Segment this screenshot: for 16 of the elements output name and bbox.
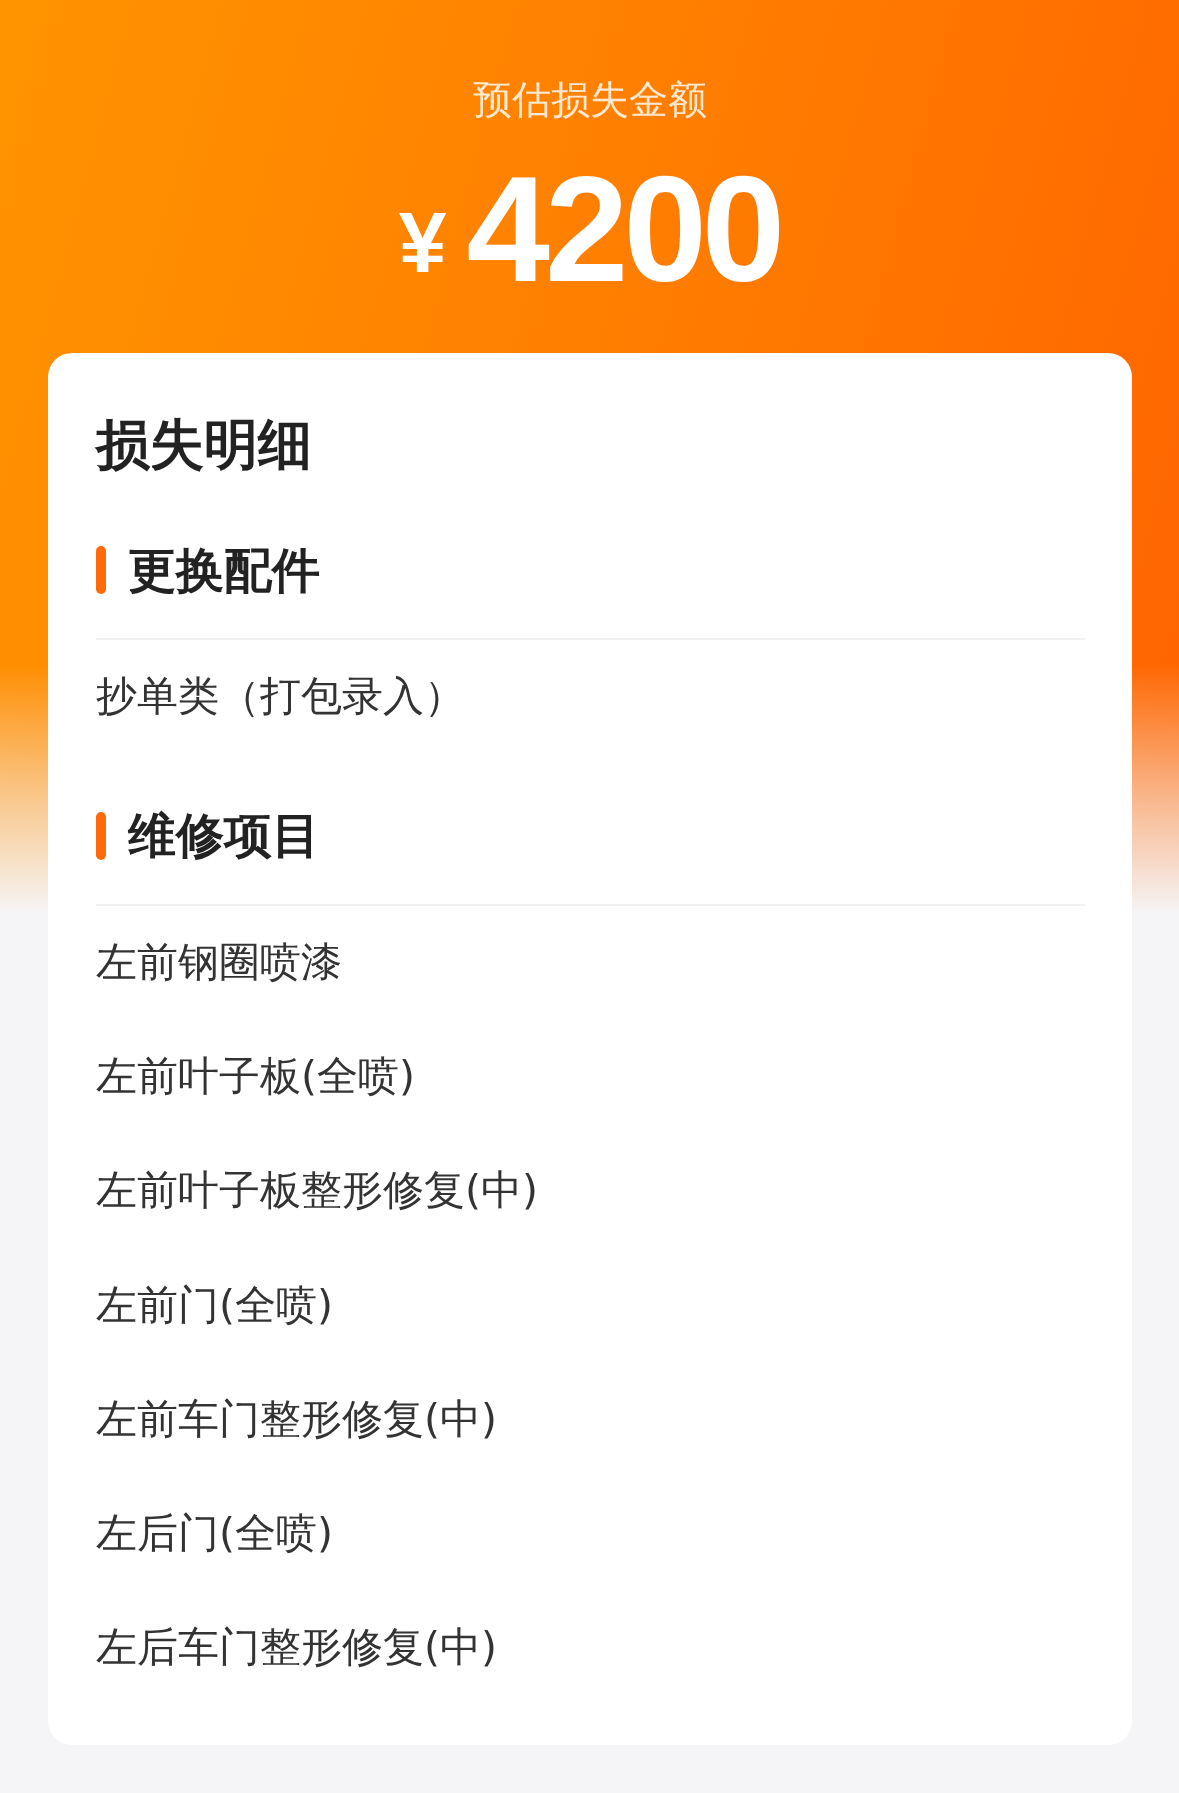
- section-title: 维修项目: [128, 807, 320, 865]
- repair-item: 左前叶子板整形修复(中): [96, 1166, 538, 1216]
- currency-symbol: ¥: [398, 198, 447, 285]
- accent-bar-icon: [96, 812, 106, 861]
- amount-value: 4200: [466, 168, 781, 289]
- section-title: 更换配件: [128, 541, 320, 600]
- repair-item: 左前门(全喷): [96, 1280, 333, 1330]
- summary-caption: 预估损失金额: [472, 78, 707, 123]
- repair-item: 左前钢圈喷漆: [96, 938, 342, 988]
- repair-item: 抄单类（打包录入）: [96, 672, 465, 722]
- repair-item: 左前车门整形修复(中): [96, 1394, 497, 1444]
- repair-item: 左后车门整形修复(中): [96, 1623, 497, 1673]
- accent-bar-icon: [96, 546, 106, 595]
- repair-item: 左前叶子板(全喷): [96, 1052, 415, 1102]
- card-title: 损失明细: [96, 412, 312, 478]
- repair-item: 左后门(全喷): [96, 1508, 333, 1559]
